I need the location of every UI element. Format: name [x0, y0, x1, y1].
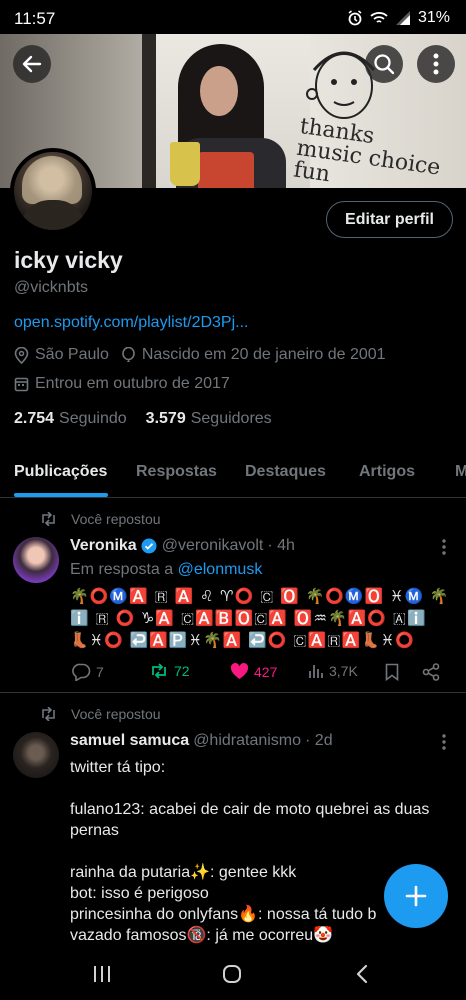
more-options-button[interactable] [417, 45, 455, 83]
battery-level: 31% [417, 9, 450, 26]
search-button[interactable] [365, 45, 403, 83]
reply-icon [72, 663, 91, 681]
post-header: Veronika @veronikavolt · 4h [70, 537, 295, 555]
reply-context: Em resposta a @elonmusk [70, 561, 263, 578]
tab-artigos[interactable]: Artigos [359, 463, 415, 481]
post-header: samuel samuca @hidratanismo · 2d [70, 732, 333, 750]
profile-tabs: Publicações Respostas Destaques Artigos … [0, 448, 466, 498]
joined-text: Entrou em outubro de 2017 [35, 375, 230, 392]
repost-icon [152, 663, 166, 679]
banner-cup [170, 142, 200, 186]
bookmark-button[interactable] [385, 663, 399, 681]
avatar[interactable] [13, 537, 59, 583]
tab-publicacoes[interactable]: Publicações [14, 463, 107, 481]
more-vertical-icon [433, 53, 439, 75]
profile-joined-row: Entrou em outubro de 2017 [14, 375, 242, 393]
post-author-name[interactable]: Veronika [70, 537, 137, 555]
arrow-left-icon [22, 55, 42, 73]
tab-respostas[interactable]: Respostas [136, 463, 217, 481]
post-text-line: ℹ️ 🇷 ⭕ ♑🅰️ 🇨🅰️🅱️🅾️🇨🅰️ 🅾️♒🌴🅰️⭕ 🇦ℹ️ [70, 609, 427, 627]
post-text-line: 🌴⭕Ⓜ️🅰️ 🇷 🅰️ ♌ ♈⭕ 🇨 🅾️ 🌴⭕Ⓜ️🅾️ ♓Ⓜ️ 🌴 [70, 587, 450, 605]
wifi-icon [370, 12, 388, 23]
location-pin-icon [14, 346, 29, 364]
banner-doodle-text: thanks music choice fun [291, 113, 442, 188]
post-time: · 2d [305, 732, 333, 749]
followers-link[interactable]: 3.579 Seguidores [146, 410, 272, 428]
back-button[interactable] [13, 45, 51, 83]
like-button[interactable]: 427 [230, 663, 277, 680]
views-chart-icon [309, 665, 323, 678]
post-actions: 7 72 427 3,7K [72, 663, 446, 685]
verified-badge-icon [141, 538, 157, 554]
post-more-icon[interactable] [442, 539, 446, 555]
alarm-icon [348, 10, 362, 26]
edit-profile-button[interactable]: Editar perfil [326, 201, 453, 238]
bookmark-icon [385, 663, 399, 681]
reply-button[interactable]: 7 [72, 663, 104, 681]
avatar[interactable] [13, 732, 59, 778]
status-time: 11:57 [14, 9, 56, 28]
post[interactable]: Você repostou Veronika @veronikavolt · 4… [0, 499, 466, 693]
post-author-handle: @veronikavolt [161, 537, 264, 554]
tab-destaques[interactable]: Destaques [245, 463, 326, 481]
home-icon[interactable] [222, 964, 242, 984]
profile-meta-row: São Paulo Nascido em 20 de janeiro de 20… [14, 346, 398, 364]
repost-icon [42, 512, 55, 526]
views-button[interactable]: 3,7K [308, 663, 358, 679]
profile-link[interactable]: open.spotify.com/playlist/2D3Pj... [14, 314, 248, 332]
post-more-icon[interactable] [442, 734, 446, 750]
active-tab-indicator [14, 493, 108, 497]
post-text-line: 👢♓⭕ ↩️🅰️🅿️♓🌴🅰️ ↩️⭕ 🇨🅰️🇷🅰️👢♓⭕ [70, 631, 415, 649]
banner-person-face [200, 66, 238, 116]
calendar-icon [14, 377, 29, 392]
post[interactable]: Você repostou samuel samuca @hidratanism… [0, 694, 466, 964]
joined: Entrou em outubro de 2017 [14, 375, 230, 393]
banner-shirt-print [198, 152, 254, 188]
repost-button[interactable]: 72 [149, 663, 190, 679]
balloon-icon [122, 346, 135, 362]
signal-icon [395, 11, 410, 25]
location: São Paulo [14, 346, 109, 364]
repost-icon [42, 707, 55, 721]
location-text: São Paulo [35, 346, 109, 363]
repost-label: Você repostou [40, 706, 161, 722]
profile-display-name: icky vicky [14, 247, 123, 273]
repost-label: Você repostou [40, 511, 161, 527]
following-link[interactable]: 2.754 Seguindo [14, 410, 127, 428]
post-author-name[interactable]: samuel samuca [70, 732, 189, 750]
compose-button[interactable] [384, 864, 448, 928]
heart-icon [230, 663, 249, 679]
share-button[interactable] [422, 663, 440, 681]
banner-door [142, 34, 156, 188]
recent-apps-icon[interactable] [92, 964, 112, 984]
search-icon [374, 54, 395, 75]
profile-handle: @vicknbts [14, 279, 89, 296]
status-icons: 31% [347, 9, 450, 27]
post-author-handle: @hidratanismo [193, 732, 302, 749]
tab-more[interactable]: M [455, 463, 466, 481]
reply-handle-link[interactable]: @elonmusk [178, 561, 263, 578]
profile-avatar[interactable] [10, 148, 96, 234]
post-time: · 4h [267, 537, 295, 554]
birthday-text: Nascido em 20 de janeiro de 2001 [141, 346, 386, 363]
back-icon[interactable] [355, 964, 369, 984]
plus-icon [405, 885, 427, 907]
birthday: Nascido em 20 de janeiro de 2001 [121, 346, 386, 364]
share-icon [422, 663, 440, 681]
follow-stats: 2.754 Seguindo 3.579 Seguidores [14, 410, 291, 428]
system-nav-bar [0, 948, 466, 1000]
status-bar: 11:57 31% [0, 0, 466, 34]
